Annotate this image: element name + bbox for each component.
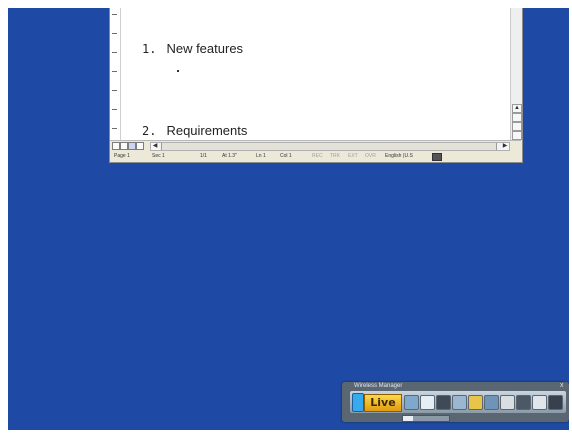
status-language[interactable]: English (U.S [385,151,413,162]
scroll-right-icon[interactable]: ▶ [501,143,509,150]
web-layout-view-icon[interactable] [120,142,128,150]
ruler-tick [112,33,117,34]
status-column: Col 1 [280,153,292,159]
media-icon[interactable] [532,395,547,410]
ruler-tick [112,128,117,129]
document-page[interactable]: 1. New features 2. Requirements [121,8,510,140]
status-at: At 1.3" [222,153,237,159]
status-trk[interactable]: TRK [330,151,340,162]
folder-icon[interactable] [468,395,483,410]
sync-icon[interactable] [420,395,435,410]
spelling-status-icon[interactable] [432,153,442,161]
heading-text: New features [166,41,244,56]
printer-icon[interactable] [516,395,531,410]
horizontal-scroll-thumb[interactable] [161,143,497,150]
heading-requirements: 2. Requirements [142,123,247,138]
live-button[interactable]: Live [364,394,402,412]
display-icon[interactable] [436,395,451,410]
horizontal-scrollbar[interactable]: ◀ ▶ [150,142,510,151]
next-page-icon[interactable] [512,131,522,140]
status-line: Ln 1 [256,153,266,159]
ruler-tick [112,52,117,53]
select-browse-object-icon[interactable] [512,122,522,131]
ruler-tick [112,90,117,91]
status-page-of: 1/1 [200,153,207,159]
ruler-tick [112,71,117,72]
horizontal-bar: ◀ ▶ [110,140,521,151]
print-layout-view-icon[interactable] [128,142,136,150]
status-page: Page 1 [114,153,130,159]
close-icon[interactable]: x [560,382,564,389]
status-section: Sec 1 [152,153,165,159]
radio-icon[interactable] [548,395,563,410]
ruler-tick [112,109,117,110]
wifi-icon[interactable] [404,395,419,410]
wireless-manager-bar: Live [350,391,566,413]
connection-icon[interactable] [452,395,467,410]
desktop: 1. New features 2. Requirements ▲ ◀ ▶ Pa… [8,8,569,430]
bluetooth-icon[interactable] [484,395,499,410]
slider-handle[interactable] [403,416,413,421]
wireless-manager-slider[interactable] [402,415,450,422]
status-rec[interactable]: REC [312,151,323,162]
outline-view-icon[interactable] [136,142,144,150]
scroll-up-icon[interactable]: ▲ [512,104,522,113]
heading-new-features: 1. New features [142,41,243,56]
vertical-ruler [110,8,121,140]
phone-icon[interactable] [352,393,364,412]
word-window: 1. New features 2. Requirements ▲ ◀ ▶ Pa… [109,8,523,163]
normal-view-icon[interactable] [112,142,120,150]
wireless-manager-title: Wireless Manager [354,383,403,389]
settings-icon[interactable] [500,395,515,410]
wireless-manager-toolbar: Wireless Manager x Live [342,382,569,422]
heading-text: Requirements [166,123,248,138]
scroll-left-icon[interactable]: ◀ [151,143,159,150]
ruler-tick [112,14,117,15]
status-bar: Page 1 Sec 1 1/1 At 1.3" Ln 1 Col 1 REC … [110,151,521,162]
heading-number: 1. [142,42,157,56]
vertical-scrollbar[interactable]: ▲ [510,8,522,140]
status-ext[interactable]: EXT [348,151,358,162]
status-ovr[interactable]: OVR [365,151,376,162]
heading-number: 2. [142,124,157,138]
prev-page-icon[interactable] [512,113,522,122]
text-cursor-dot [177,70,179,72]
